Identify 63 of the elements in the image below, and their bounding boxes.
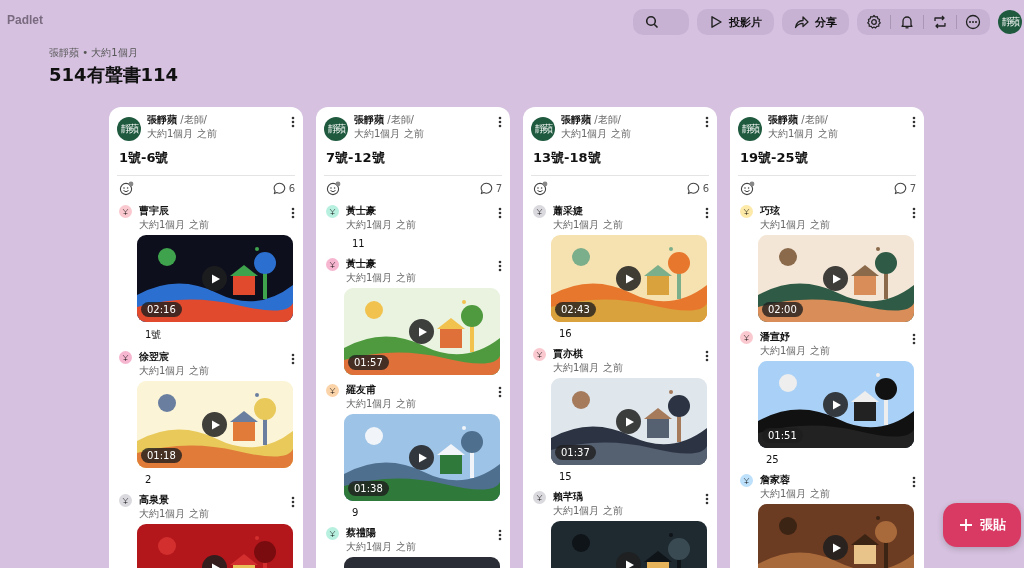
post-time: 大約1個月 之前 [147,127,218,141]
post-caption: 2 [145,474,153,485]
post-time: 大約1個月 之前 [139,218,210,232]
post-caption: 11 [352,238,366,249]
column-title: 19號-25號 [740,149,809,167]
video-duration: 01:18 [141,448,182,463]
column-title: 7號-12號 [326,149,386,167]
author-name: 羅友甫 [346,383,377,397]
post-time: 大約1個月 之前 [354,127,425,141]
video-duration: 01:37 [555,445,596,460]
post-time: 大約1個月 之前 [346,397,417,411]
column-title: 13號-18號 [533,149,602,167]
author-avatar: 靜蘋 [531,117,555,141]
post-time: 大約1個月 之前 [553,504,624,518]
post-time: 大約1個月 之前 [346,540,417,554]
slideshow-button[interactable]: 投影片 [697,9,774,35]
column-title: 1號-6號 [119,149,170,167]
post-time: 大約1個月 之前 [760,487,831,501]
author-name: 賴芊瑀 [553,490,584,504]
post-caption: 9 [352,507,360,518]
post-time: 大約1個月 之前 [346,218,417,232]
video-duration: 01:57 [348,355,389,370]
post-time: 大約1個月 之前 [553,218,624,232]
author-name: 張靜蘋 /老師/ [561,113,622,127]
author-avatar: 靜蘋 [738,117,762,141]
board-title: 514有聲書114 [49,63,180,87]
author-name: 巧玹 [760,204,781,218]
author-name: 蔡禮陽 [346,526,377,540]
post-caption: 15 [559,471,573,482]
post-caption: 25 [766,454,780,465]
share-button[interactable]: 分享 [782,9,849,35]
user-avatar[interactable]: 靜蘋 [998,10,1022,34]
video-duration: 02:16 [141,302,182,317]
video-duration: 02:43 [555,302,596,317]
author-name: 張靜蘋 /老師/ [768,113,829,127]
author-name: 賈亦棋 [553,347,584,361]
video-duration: 01:51 [762,428,803,443]
post-time: 大約1個月 之前 [139,364,210,378]
author-name: 黃士豪 [346,204,377,218]
post-time: 大約1個月 之前 [768,127,839,141]
author-name: 曹宇辰 [139,204,170,218]
board-meta: 張靜蘋 • 大約1個月 [49,46,139,60]
video-duration: 01:38 [348,481,389,496]
author-name: 張靜蘋 /老師/ [354,113,415,127]
post-time: 大約1個月 之前 [139,507,210,521]
post-button[interactable]: 張貼 [943,503,1021,547]
author-name: 徐翌宸 [139,350,170,364]
author-name: 蕭采婕 [553,204,584,218]
post-time: 大約1個月 之前 [760,218,831,232]
author-name: 高泉景 [139,493,170,507]
author-avatar: 靜蘋 [117,117,141,141]
post-caption: 16 [559,328,573,339]
author-name: 潘宣妤 [760,330,791,344]
author-name: 黃士豪 [346,257,377,271]
post-time: 大約1個月 之前 [561,127,632,141]
post-caption: 1號 [145,328,163,342]
author-name: 張靜蘋 /老師/ [147,113,208,127]
author-avatar: 靜蘋 [324,117,348,141]
post-time: 大約1個月 之前 [553,361,624,375]
post-time: 大約1個月 之前 [760,344,831,358]
author-name: 詹家蓉 [760,473,791,487]
video-duration: 02:00 [762,302,803,317]
post-time: 大約1個月 之前 [346,271,417,285]
